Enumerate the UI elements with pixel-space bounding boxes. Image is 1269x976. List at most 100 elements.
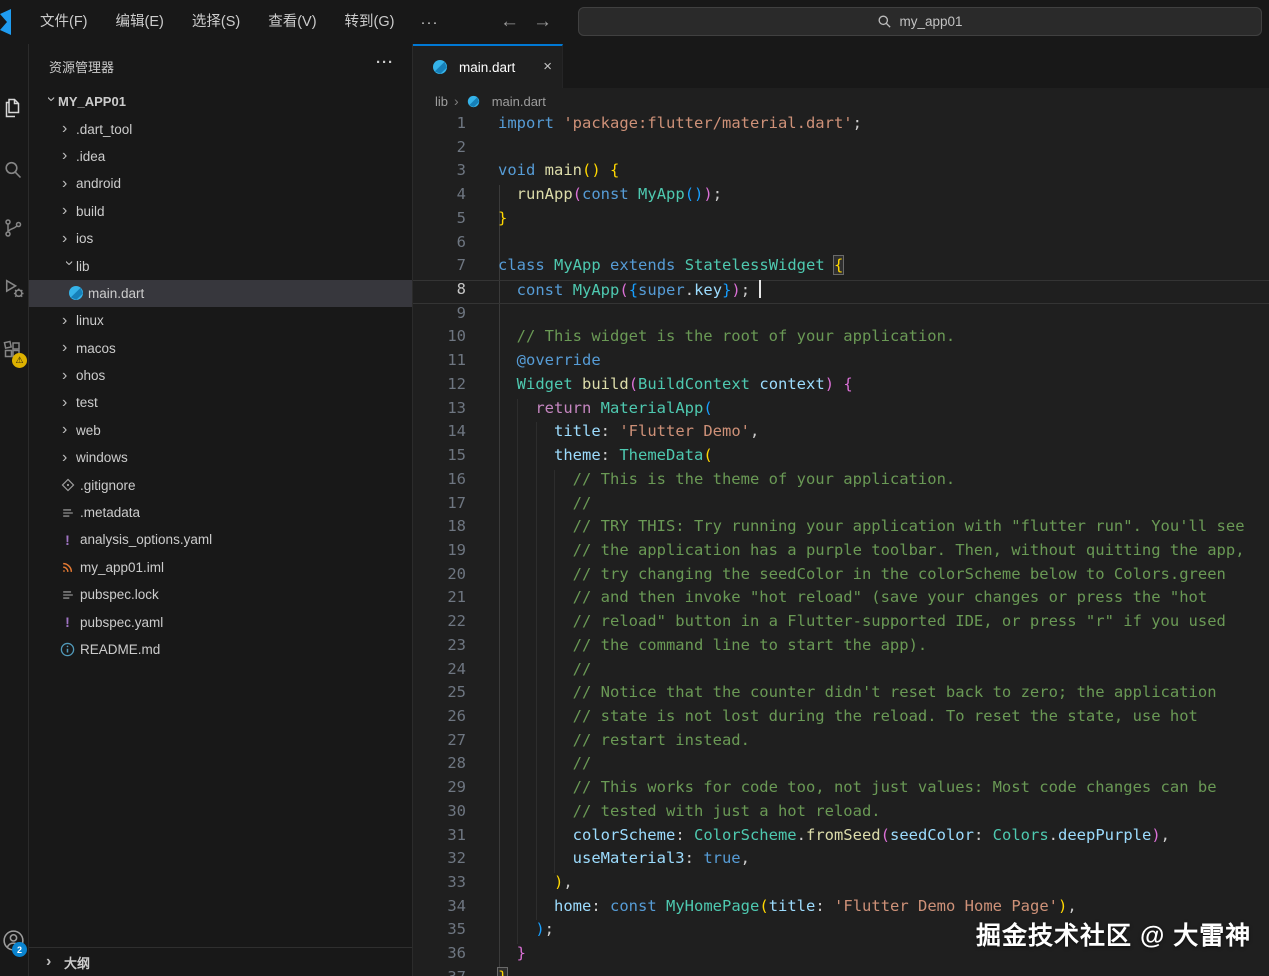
command-center-search[interactable]: my_app01 [578,7,1262,36]
source-control-icon[interactable] [1,216,27,242]
code-line-26[interactable]: 26 // state is not lost during the reloa… [413,707,1269,731]
code-line-8[interactable]: 8 const MyApp({super.key}); [413,280,1269,304]
code-line-10[interactable]: 10 // This widget is the root of your ap… [413,327,1269,351]
tree-item-my-app01-iml[interactable]: my_app01.iml [29,554,412,581]
tree-item-label: windows [76,450,128,465]
sidebar-header: 资源管理器 ··· [29,52,412,80]
outline-section-header[interactable]: › 大纲 [29,947,412,976]
tree-item--dart-tool[interactable]: ›.dart_tool [29,115,412,142]
chevron-right-icon: › [62,149,76,163]
tab-close-icon[interactable]: × [543,60,552,74]
menu-item-3[interactable]: 查看(V) [254,7,330,37]
menu-item-2[interactable]: 选择(S) [178,7,254,37]
tree-item-readme-md[interactable]: README.md [29,636,412,663]
tree-item-test[interactable]: ›test [29,389,412,416]
run-debug-icon[interactable] [1,276,27,302]
code-line-33[interactable]: 33 ), [413,873,1269,897]
code-line-22[interactable]: 22 // reload" button in a Flutter-suppor… [413,612,1269,636]
code-line-2[interactable]: 2 [413,138,1269,162]
code-line-4[interactable]: 4 runApp(const MyApp()); [413,185,1269,209]
tree-item-web[interactable]: ›web [29,417,412,444]
code-line-3[interactable]: 3 void main() { [413,161,1269,185]
code-line-27[interactable]: 27 // restart instead. [413,731,1269,755]
code-line-18[interactable]: 18 // TRY THIS: Try running your applica… [413,517,1269,541]
code-line-12[interactable]: 12 Widget build(BuildContext context) { [413,375,1269,399]
line-number: 11 [413,351,466,369]
vscode-window: 文件(F)编辑(E)选择(S)查看(V)转到(G)··· ← → my_app0… [0,0,1269,976]
tree-item-macos[interactable]: ›macos [29,335,412,362]
line-number: 3 [413,161,466,179]
tree-item-label: macos [76,341,116,356]
code-line-14[interactable]: 14 title: 'Flutter Demo', [413,422,1269,446]
text-cursor [759,280,761,298]
menu-more-button[interactable]: ··· [408,14,450,31]
tree-item-windows[interactable]: ›windows [29,444,412,471]
code-line-19[interactable]: 19 // the application has a purple toolb… [413,541,1269,565]
code-line-23[interactable]: 23 // the command line to start the app)… [413,636,1269,660]
chevron-right-icon: › [62,423,76,437]
breadcrumb-file[interactable]: main.dart [492,94,546,109]
code-line-30[interactable]: 30 // tested with just a hot reload. [413,802,1269,826]
nav-back-button[interactable]: ← [500,11,519,33]
tree-item--idea[interactable]: ›.idea [29,143,412,170]
code-line-15[interactable]: 15 theme: ThemeData( [413,446,1269,470]
code-line-21[interactable]: 21 // and then invoke "hot reload" (save… [413,588,1269,612]
tree-item-pubspec-lock[interactable]: pubspec.lock [29,581,412,608]
tree-item-pubspec-yaml[interactable]: !pubspec.yaml [29,608,412,635]
tree-item--gitignore[interactable]: .gitignore [29,471,412,498]
line-number: 18 [413,517,466,535]
extensions-warning-badge: ⚠ [12,353,27,368]
menu-item-4[interactable]: 转到(G) [331,7,409,37]
tree-item-android[interactable]: ›android [29,170,412,197]
code-text: // [498,754,591,772]
tree-item-main-dart[interactable]: main.dart [29,280,412,307]
breadcrumb-folder[interactable]: lib [435,94,448,109]
code-line-24[interactable]: 24 // [413,660,1269,684]
tree-item--metadata[interactable]: .metadata [29,499,412,526]
tree-item-lib[interactable]: ›lib [29,252,412,279]
code-text: // This is the theme of your application… [498,470,955,488]
menu-item-0[interactable]: 文件(F) [26,7,102,37]
menu-item-1[interactable]: 编辑(E) [102,7,178,37]
tree-item-analysis-options-yaml[interactable]: !analysis_options.yaml [29,526,412,553]
code-line-25[interactable]: 25 // Notice that the counter didn't res… [413,683,1269,707]
line-number: 35 [413,920,466,938]
search-value: my_app01 [899,14,962,29]
tree-item-linux[interactable]: ›linux [29,307,412,334]
code-line-7[interactable]: 7class MyApp extends StatelessWidget { [413,256,1269,280]
nav-forward-button[interactable]: → [533,11,552,33]
chevron-down-icon: › [44,96,58,110]
tree-item-label: README.md [80,642,160,657]
tree-item-build[interactable]: ›build [29,198,412,225]
tree-item-ohos[interactable]: ›ohos [29,362,412,389]
search-icon[interactable] [1,158,27,184]
code-line-17[interactable]: 17 // [413,494,1269,518]
tab-label: main.dart [459,60,515,75]
sidebar-more-actions-button[interactable]: ··· [376,54,394,71]
code-text: // This widget is the root of your appli… [498,327,955,345]
line-number: 10 [413,327,466,345]
code-line-32[interactable]: 32 useMaterial3: true, [413,849,1269,873]
explorer-icon[interactable] [1,96,27,122]
code-line-1[interactable]: 1import 'package:flutter/material.dart'; [413,114,1269,138]
code-line-9[interactable]: 9 [413,304,1269,328]
code-editor[interactable]: 1import 'package:flutter/material.dart';… [413,114,1269,976]
tree-item-ios[interactable]: ›ios [29,225,412,252]
line-number: 37 [413,968,466,976]
code-line-37[interactable]: 37} [413,968,1269,976]
code-line-13[interactable]: 13 return MaterialApp( [413,399,1269,423]
code-text: // state is not lost during the reload. … [498,707,1198,725]
code-line-31[interactable]: 31 colorScheme: ColorScheme.fromSeed(see… [413,826,1269,850]
code-line-20[interactable]: 20 // try changing the seedColor in the … [413,565,1269,589]
line-number: 2 [413,138,466,156]
tree-item-my-app01[interactable]: ›MY_APP01 [29,88,412,115]
tab-main-dart[interactable]: main.dart × [413,44,563,88]
code-line-5[interactable]: 5} [413,209,1269,233]
code-line-6[interactable]: 6 [413,233,1269,257]
code-line-28[interactable]: 28 // [413,754,1269,778]
tree-item-label: analysis_options.yaml [80,532,212,547]
code-line-29[interactable]: 29 // This works for code too, not just … [413,778,1269,802]
code-line-16[interactable]: 16 // This is the theme of your applicat… [413,470,1269,494]
code-text: void main() { [498,161,619,179]
code-line-11[interactable]: 11 @override [413,351,1269,375]
